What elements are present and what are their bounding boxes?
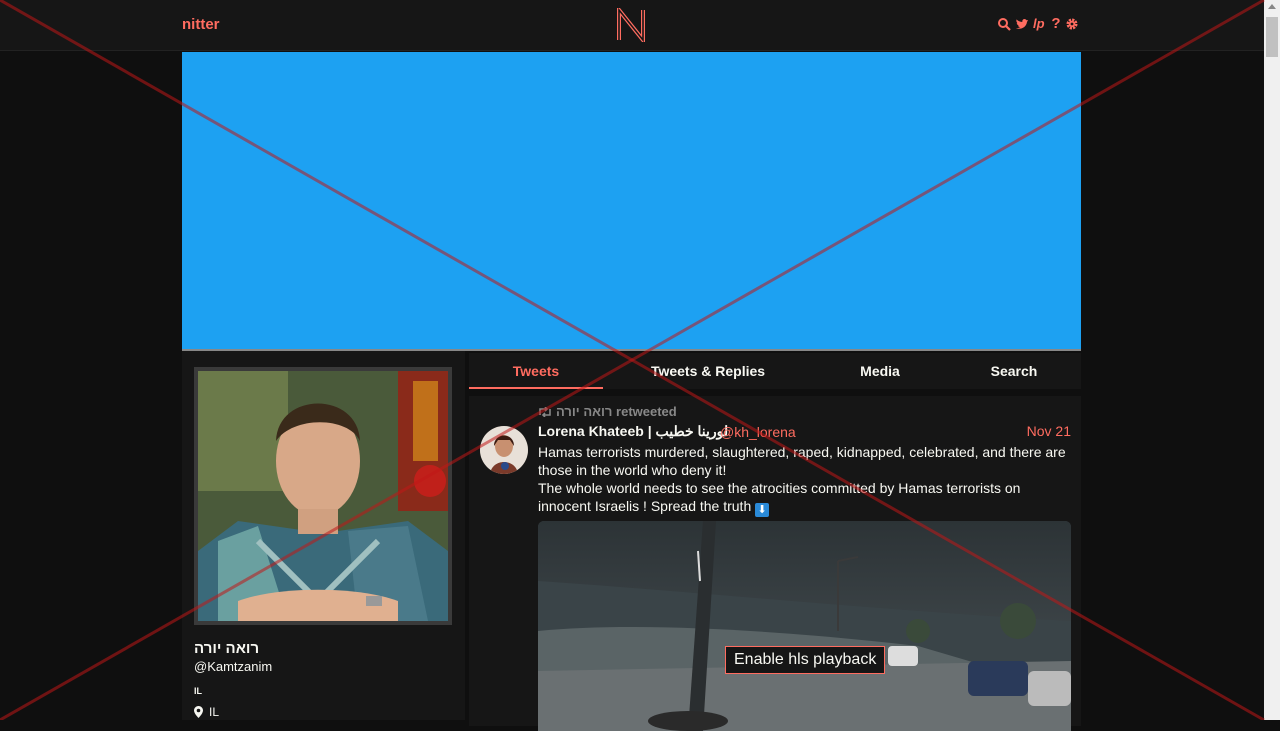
lp-icon[interactable]: lp: [1033, 16, 1047, 32]
tab-tweets[interactable]: Tweets: [469, 353, 603, 389]
profile-banner: [182, 52, 1081, 349]
search-icon[interactable]: [997, 16, 1011, 32]
timeline: רואה יורה retweeted Lorena Khateeb | لور…: [469, 396, 1081, 731]
enable-hls-button[interactable]: Enable hls playback: [725, 646, 886, 674]
scroll-up-arrow-icon[interactable]: [1268, 4, 1276, 9]
avatar[interactable]: [198, 371, 448, 621]
location-pin-icon: [194, 706, 203, 718]
tab-search[interactable]: Search: [964, 353, 1064, 389]
tweet-body: Hamas terrorists murdered, slaughtered, …: [538, 443, 1071, 517]
navbar: nitter lp ?: [0, 0, 1264, 51]
profile-card: רואה יורה @Kamtzanim IL IL: [182, 351, 465, 720]
timeline-tabs: Tweets Tweets & Replies Media Search: [469, 353, 1081, 389]
twitter-bird-icon[interactable]: [1015, 16, 1029, 32]
profile-fullname[interactable]: רואה יורה: [194, 640, 259, 657]
retweet-icon: [539, 406, 551, 417]
tweet-avatar[interactable]: [480, 426, 528, 474]
retweet-header: רואה יורה retweeted: [538, 404, 677, 419]
help-icon[interactable]: ?: [1051, 16, 1061, 32]
tweet-body-line2: The whole world needs to see the atrocit…: [538, 480, 1021, 514]
gear-icon[interactable]: [1065, 16, 1079, 32]
tweet-video[interactable]: Enable hls playback: [538, 521, 1071, 731]
tweet-fullname[interactable]: Lorena Khateeb | لورينا خطيب: [538, 423, 728, 440]
profile-location-text: IL: [209, 705, 220, 719]
tweet-date[interactable]: Nov 21: [1027, 423, 1071, 439]
tweet-body-line1: Hamas terrorists murdered, slaughtered, …: [538, 444, 1066, 478]
profile-bio: IL: [194, 686, 202, 696]
scroll-thumb[interactable]: [1266, 17, 1278, 57]
brand-link[interactable]: nitter: [182, 16, 220, 33]
page-scrollbar[interactable]: [1264, 0, 1280, 720]
retweet-header-text: רואה יורה retweeted: [556, 404, 677, 419]
tweet-body-line2-wrap: The whole world needs to see the atrocit…: [538, 479, 1071, 517]
profile-username[interactable]: @Kamtzanim: [194, 659, 272, 674]
tab-tweets-replies[interactable]: Tweets & Replies: [633, 353, 783, 389]
tweet-username[interactable]: @kh_lorena: [720, 424, 796, 440]
avatar-frame: [194, 367, 452, 625]
nav-icon-group: lp ?: [997, 16, 1079, 32]
down-arrow-icon: ⬇: [755, 503, 770, 517]
tab-media[interactable]: Media: [830, 353, 930, 389]
profile-location: IL: [194, 705, 219, 719]
nitter-logo-icon[interactable]: [616, 8, 646, 42]
